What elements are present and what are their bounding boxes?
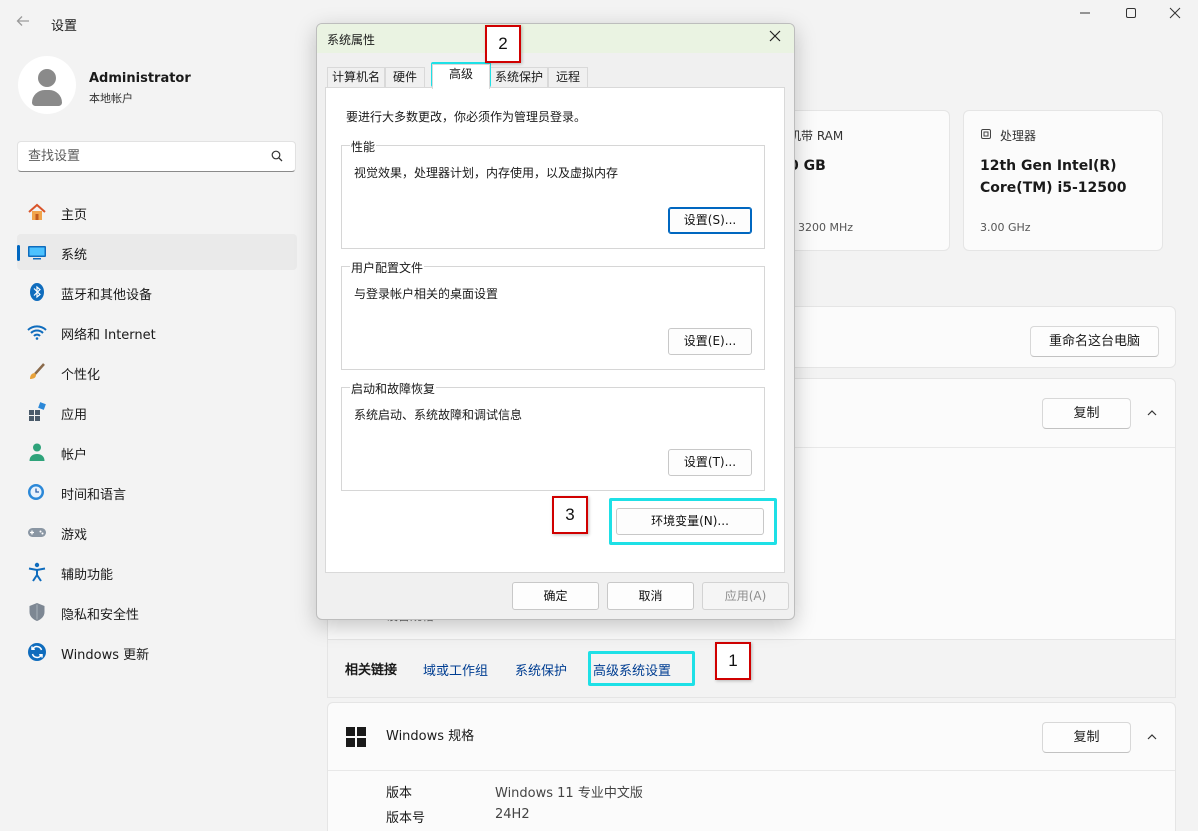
sidebar-item-personalization[interactable]: 个性化: [17, 354, 297, 390]
tab-computer-name[interactable]: 计算机名: [327, 67, 385, 88]
sidebar-item-accounts[interactable]: 帐户: [17, 434, 297, 470]
apply-button[interactable]: 应用(A): [702, 582, 789, 610]
step-marker-1: 1: [715, 642, 751, 680]
performance-title: 性能: [350, 138, 377, 155]
user-profiles-settings-button[interactable]: 设置(E)...: [668, 328, 752, 355]
version-label: 版本号: [386, 811, 426, 826]
bluetooth-icon: [27, 282, 47, 302]
home-icon: [27, 202, 47, 222]
related-links-title: 相关链接: [345, 663, 398, 678]
cancel-button[interactable]: 取消: [607, 582, 694, 610]
gamepad-icon: [27, 522, 47, 542]
sidebar-item-privacy[interactable]: 隐私和安全性: [17, 594, 297, 630]
copy-device-spec-button[interactable]: 复制: [1042, 398, 1131, 429]
ram-speed: 3200 MHz: [798, 221, 854, 234]
sidebar-item-system[interactable]: 系统: [17, 234, 297, 270]
admin-note: 要进行大多数更改，你必须作为管理员登录。: [346, 110, 587, 124]
shield-icon: [27, 602, 47, 622]
tab-advanced[interactable]: 高级: [432, 64, 490, 89]
sidebar-item-home[interactable]: 主页: [17, 194, 297, 230]
cpu-card: 处理器 12th Gen Intel(R) Core(TM) i5-12500 …: [963, 110, 1163, 251]
sidebar-nav: 主页 系统 蓝牙和其他设备 网络和 Internet 个性化 应用 帐户 时间和…: [17, 194, 297, 674]
account-type: 本地帐户: [89, 92, 133, 105]
chevron-up-icon[interactable]: [1146, 731, 1158, 743]
performance-desc: 视觉效果，处理器计划，内存使用，以及虚拟内存: [354, 166, 619, 180]
tab-remote[interactable]: 远程: [548, 67, 588, 88]
close-window-icon[interactable]: [1152, 6, 1198, 26]
search-box: [17, 141, 296, 172]
startup-recovery-desc: 系统启动、系统故障和调试信息: [354, 408, 523, 422]
accessibility-icon: [27, 562, 47, 582]
update-icon: [27, 642, 47, 662]
sidebar-item-apps[interactable]: 应用: [17, 394, 297, 430]
copy-windows-spec-button[interactable]: 复制: [1042, 722, 1131, 753]
windows-spec-section: Windows 规格 复制 版本 Windows 11 专业中文版 版本号 24…: [327, 702, 1176, 831]
highlight-advanced-settings-link: [588, 651, 695, 686]
brush-icon: [27, 362, 47, 382]
cpu-value: 12th Gen Intel(R) Core(TM) i5-12500: [980, 158, 1127, 196]
link-domain-workgroup[interactable]: 域或工作组: [423, 660, 488, 679]
edition-label: 版本: [386, 786, 413, 801]
chevron-up-icon[interactable]: [1146, 407, 1158, 419]
user-profiles-group: 用户配置文件 与登录帐户相关的桌面设置 设置(E)...: [341, 259, 765, 370]
version-value: 24H2: [495, 807, 530, 822]
minimize-icon[interactable]: [1062, 6, 1108, 26]
tab-hardware[interactable]: 硬件: [385, 67, 425, 88]
app-title: 设置: [51, 19, 78, 34]
wifi-icon: [27, 322, 47, 342]
sidebar-item-time-language[interactable]: 时间和语言: [17, 474, 297, 510]
dialog-title-bar: 系统属性: [317, 24, 794, 53]
related-links-bar: 相关链接 域或工作组 系统保护 高级系统设置: [327, 640, 1176, 698]
account-icon: [27, 442, 47, 462]
cpu-speed: 3.00 GHz: [980, 221, 1031, 234]
performance-group: 性能 视觉效果，处理器计划，内存使用，以及虚拟内存 设置(S)...: [341, 138, 765, 249]
edition-value: Windows 11 专业中文版: [495, 786, 643, 801]
windows-spec-title: Windows 规格: [386, 729, 475, 744]
search-icon[interactable]: [271, 150, 283, 162]
cpu-icon: [980, 128, 992, 140]
performance-settings-button[interactable]: 设置(S)...: [668, 207, 752, 234]
link-system-protection[interactable]: 系统保护: [515, 660, 567, 679]
windows-logo-icon: [346, 727, 366, 747]
ok-button[interactable]: 确定: [512, 582, 599, 610]
sidebar-item-network[interactable]: 网络和 Internet: [17, 314, 297, 350]
sidebar-item-bluetooth[interactable]: 蓝牙和其他设备: [17, 274, 297, 310]
dialog-title: 系统属性: [327, 33, 376, 47]
tab-system-protection[interactable]: 系统保护: [490, 67, 548, 88]
sidebar-item-windows-update[interactable]: Windows 更新: [17, 634, 297, 670]
sidebar-item-gaming[interactable]: 游戏: [17, 514, 297, 550]
back-arrow-icon[interactable]: [16, 14, 32, 30]
highlight-environment-variables: [609, 498, 777, 545]
step-marker-3: 3: [552, 496, 588, 534]
sidebar-item-accessibility[interactable]: 辅助功能: [17, 554, 297, 590]
rename-pc-button[interactable]: 重命名这台电脑: [1030, 326, 1159, 357]
startup-recovery-title: 启动和故障恢复: [350, 380, 437, 397]
system-icon: [27, 242, 47, 262]
ram-label: 机带 RAM: [789, 129, 844, 143]
maximize-icon[interactable]: [1108, 6, 1154, 26]
step-marker-2: 2: [485, 25, 521, 63]
startup-recovery-group: 启动和故障恢复 系统启动、系统故障和调试信息 设置(T)...: [341, 380, 765, 491]
cpu-label: 处理器: [1000, 129, 1037, 143]
close-icon[interactable]: [766, 28, 784, 46]
search-input[interactable]: [18, 142, 258, 171]
apps-icon: [27, 402, 47, 422]
startup-recovery-settings-button[interactable]: 设置(T)...: [668, 449, 752, 476]
avatar: [18, 56, 76, 114]
user-profiles-title: 用户配置文件: [350, 259, 425, 276]
user-profiles-desc: 与登录帐户相关的桌面设置: [354, 287, 499, 301]
clock-globe-icon: [27, 482, 47, 502]
user-name: Administrator: [89, 71, 191, 86]
